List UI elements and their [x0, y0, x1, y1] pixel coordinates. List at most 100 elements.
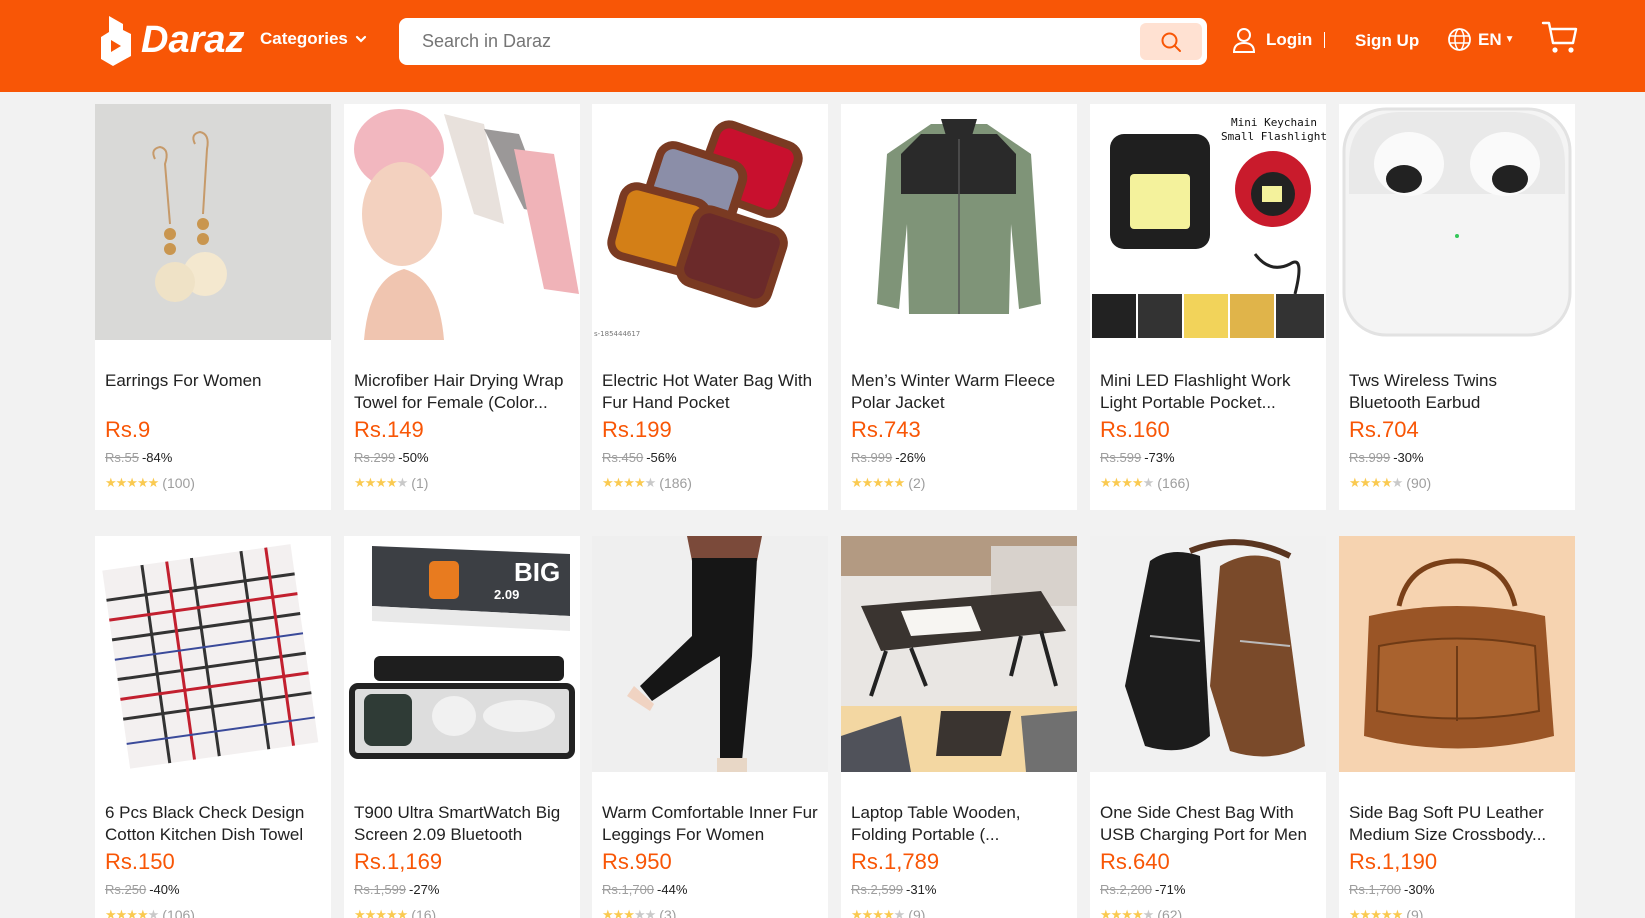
star-rating-icon: ★★★★★ — [851, 475, 905, 490]
product-card[interactable]: Earrings For Women Rs.9 Rs.55 -84% ★★★★★(… — [95, 104, 331, 510]
original-price-row: Rs.999 -26% — [851, 450, 926, 465]
star-rating-icon: ★★★★★ — [1100, 907, 1154, 918]
product-card[interactable]: One Side Chest Bag With USB Charging Por… — [1090, 536, 1326, 918]
chevron-down-icon: ▼ — [1504, 34, 1515, 45]
image-caption-line1: Mini Keychain — [1231, 116, 1317, 129]
star-rating-icon: ★★★★★ — [1349, 475, 1403, 490]
product-price: Rs.743 — [851, 417, 921, 442]
header-separator — [1324, 32, 1325, 48]
cart-icon[interactable] — [1541, 19, 1579, 55]
product-card[interactable]: Mini Keychain Small Flashlight Mini LED … — [1090, 104, 1326, 510]
original-price-row: Rs.2,599 -31% — [851, 882, 936, 897]
categories-dropdown[interactable]: Categories — [260, 29, 368, 49]
star-rating-icon: ★★★★★ — [1349, 907, 1403, 918]
discount-badge: -73% — [1144, 450, 1175, 465]
discount-badge: -44% — [657, 882, 688, 897]
original-price-row: Rs.599 -73% — [1100, 450, 1175, 465]
original-price: Rs.1,599 — [354, 882, 407, 897]
daraz-logo-icon — [101, 16, 131, 66]
product-price: Rs.704 — [1349, 417, 1419, 442]
product-title: Mini LED Flashlight Work Light Portable … — [1100, 371, 1291, 412]
original-price: Rs.1,700 — [602, 882, 655, 897]
logo-text: Daraz — [141, 18, 245, 61]
discount-badge: -84% — [141, 450, 173, 465]
product-title: T900 Ultra SmartWatch Big Screen 2.09 Bl… — [354, 803, 561, 844]
original-price-row: Rs.55 -84% — [105, 450, 172, 465]
product-card[interactable]: Microfiber Hair Drying Wrap Towel for Fe… — [344, 104, 580, 510]
discount-badge: -71% — [1155, 882, 1186, 897]
product-image — [344, 104, 580, 340]
product-title: 6 Pcs Black Check Design Cotton Kitchen … — [105, 803, 305, 844]
star-rating-icon: ★★★★★ — [354, 907, 408, 918]
discount-badge: -31% — [906, 882, 937, 897]
signup-link[interactable]: Sign Up — [1355, 31, 1419, 51]
product-price: Rs.640 — [1100, 849, 1170, 874]
rating-row: ★★★★★ (90) — [1349, 475, 1431, 491]
product-card[interactable]: Tws Wireless Twins Bluetooth Earbud Rs.7… — [1339, 104, 1575, 510]
search-icon — [1161, 32, 1181, 52]
rating-row: ★★★★★ (186) — [602, 475, 692, 491]
login-link[interactable]: Login — [1232, 27, 1312, 53]
product-card[interactable]: s-185444617 Electric Hot Water Bag With … — [592, 104, 828, 510]
discount-badge: -50% — [398, 450, 429, 465]
product-title: Warm Comfortable Inner Fur Leggings For … — [602, 803, 818, 844]
product-price: Rs.1,169 — [354, 849, 443, 874]
search-input[interactable] — [422, 21, 1122, 62]
product-price: Rs.160 — [1100, 417, 1170, 442]
original-price-row: Rs.1,700 -30% — [1349, 882, 1434, 897]
star-rating-icon: ★★★★★ — [105, 475, 159, 490]
rating-row: ★★★★★ (106) — [105, 907, 195, 918]
product-card[interactable]: BIG 2.09 T900 Ultra SmartWatch Big Scree… — [344, 536, 580, 918]
rating-row: ★★★★★ (3) — [602, 907, 676, 918]
rating-row: ★★★★★ (16) — [354, 907, 436, 918]
rating-row: ★★★★★ (2) — [851, 475, 925, 491]
discount-badge: -30% — [1404, 882, 1435, 897]
product-price: Rs.199 — [602, 417, 672, 442]
rating-row: ★★★★★ (9) — [851, 907, 925, 918]
original-price: Rs.2,200 — [1100, 882, 1153, 897]
original-price: Rs.250 — [105, 882, 147, 897]
product-card[interactable]: Warm Comfortable Inner Fur Leggings For … — [592, 536, 828, 918]
product-image — [95, 536, 331, 772]
product-title: Men’s Winter Warm Fleece Polar Jacket — [851, 371, 1056, 412]
search-button[interactable] — [1140, 23, 1202, 60]
review-count: (9) — [1406, 907, 1424, 918]
discount-badge: -56% — [646, 450, 677, 465]
original-price-row: Rs.1,700 -44% — [602, 882, 687, 897]
image-code: s-185444617 — [594, 330, 640, 338]
original-price: Rs.1,700 — [1349, 882, 1402, 897]
original-price: Rs.599 — [1100, 450, 1142, 465]
product-price: Rs.1,190 — [1349, 849, 1438, 874]
product-image: s-185444617 — [592, 104, 828, 340]
product-card[interactable]: Men’s Winter Warm Fleece Polar Jacket Rs… — [841, 104, 1077, 510]
original-price: Rs.999 — [1349, 450, 1391, 465]
original-price: Rs.55 — [105, 450, 139, 465]
original-price-row: Rs.450 -56% — [602, 450, 677, 465]
review-count: (3) — [659, 907, 677, 918]
review-count: (186) — [659, 475, 692, 491]
language-selector[interactable]: EN ▼ — [1447, 27, 1515, 52]
product-image: Mini Keychain Small Flashlight — [1090, 104, 1326, 340]
product-image — [1090, 536, 1326, 772]
product-card[interactable]: Laptop Table Wooden, Folding Portable (.… — [841, 536, 1077, 918]
top-header: Daraz Categories Login Sign Up — [0, 0, 1645, 92]
product-title: Laptop Table Wooden, Folding Portable (.… — [851, 803, 1021, 844]
product-title: Electric Hot Water Bag With Fur Hand Poc… — [602, 371, 813, 412]
product-title: Side Bag Soft PU Leather Medium Size Cro… — [1349, 803, 1547, 844]
product-card[interactable]: 6 Pcs Black Check Design Cotton Kitchen … — [95, 536, 331, 918]
image-big-text: BIG — [514, 557, 560, 587]
star-rating-icon: ★★★★★ — [602, 907, 656, 918]
star-rating-icon: ★★★★★ — [602, 475, 656, 490]
product-image — [95, 104, 331, 340]
rating-row: ★★★★★ (1) — [354, 475, 428, 491]
image-caption-line2: Small Flashlight — [1221, 130, 1326, 143]
review-count: (16) — [411, 907, 437, 918]
categories-label: Categories — [260, 29, 348, 48]
product-price: Rs.9 — [105, 417, 151, 442]
chevron-down-icon — [355, 35, 366, 43]
daraz-logo[interactable]: Daraz — [99, 12, 245, 68]
review-count: (90) — [1406, 475, 1432, 491]
product-card[interactable]: Side Bag Soft PU Leather Medium Size Cro… — [1339, 536, 1575, 918]
product-image — [592, 536, 828, 772]
discount-badge: -26% — [895, 450, 926, 465]
